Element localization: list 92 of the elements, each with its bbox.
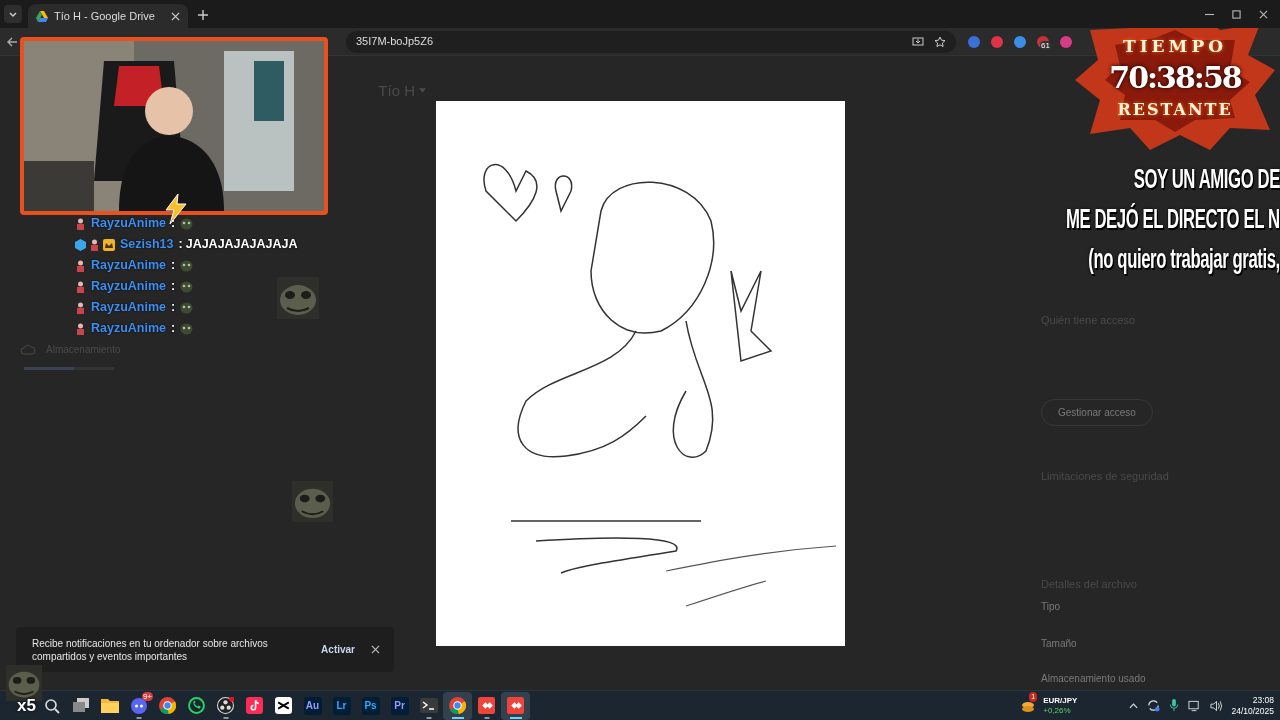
chat-separator: : <box>171 278 176 296</box>
chat-separator: : <box>171 299 176 317</box>
chat-separator: : <box>178 236 183 254</box>
figure-badge-icon <box>75 259 86 272</box>
record-icon <box>217 697 234 714</box>
chat-username: RayzuAnime <box>91 215 167 233</box>
taskbar-button[interactable] <box>443 691 472 720</box>
install-app-icon[interactable] <box>912 35 924 48</box>
frog-emote-icon <box>180 301 194 314</box>
chat-username: Sezish13 <box>120 236 174 254</box>
tab-title: Tío H - Google Drive <box>54 8 156 24</box>
microphone-icon[interactable] <box>1169 699 1180 712</box>
combo-count: x5 <box>17 695 36 717</box>
restore-icon[interactable] <box>1232 9 1241 19</box>
app-icon: Lr <box>332 696 351 715</box>
detail-label: Tamaño <box>1041 636 1077 651</box>
music-note-icon <box>246 697 263 714</box>
app-icon: Au <box>303 696 322 715</box>
sync-icon[interactable] <box>1147 699 1161 712</box>
figure-badge-icon <box>75 322 86 335</box>
chat-separator: : <box>171 215 176 233</box>
volume-icon[interactable] <box>1210 699 1224 712</box>
browser-tab[interactable]: Tío H - Google Drive <box>28 4 188 28</box>
drive-icon <box>36 10 48 22</box>
notification-badge: 9+ <box>141 691 153 701</box>
search-icon <box>43 697 60 714</box>
app-icon: Pr <box>390 696 409 715</box>
timer-label: TIEMPO <box>1123 35 1227 58</box>
figure-badge-icon <box>75 280 86 293</box>
cloud-icon <box>20 344 36 355</box>
close-icon[interactable] <box>1259 9 1268 19</box>
browser-icon <box>449 697 466 714</box>
extension-badge: 61 <box>1040 40 1051 50</box>
close-icon[interactable] <box>371 645 380 654</box>
windows-icon <box>72 698 89 713</box>
scissors-box-icon <box>275 697 292 714</box>
bookmark-star-icon[interactable] <box>934 35 946 48</box>
timer-label: RESTANTE <box>1117 98 1233 121</box>
diamond-arrows-icon <box>507 697 524 714</box>
chat-separator: : <box>171 320 176 338</box>
network-icon[interactable] <box>1188 699 1202 712</box>
chat-username: RayzuAnime <box>91 299 167 317</box>
overlay-caption: ME DEJÓ EL DIRECTO EL N <box>1066 202 1280 236</box>
figure-badge-icon <box>89 238 100 251</box>
extension-icon[interactable] <box>1014 35 1026 48</box>
detail-label: Almacenamiento usado <box>1041 671 1146 686</box>
terminal-icon <box>419 698 438 713</box>
taskbar-button[interactable] <box>501 691 530 720</box>
countdown-timer: 70:38:58 <box>1109 59 1241 96</box>
detail-label: Tipo <box>1041 599 1061 614</box>
chat-username: RayzuAnime <box>91 257 167 275</box>
activate-link[interactable]: Activar <box>321 642 355 657</box>
chat-message: JAJAJAJAJAJAJA <box>185 236 298 254</box>
close-icon[interactable] <box>171 11 180 21</box>
app-icon: Ps <box>361 696 380 715</box>
phone-bubble-icon <box>188 697 205 714</box>
browser-icon <box>159 697 176 714</box>
chevron-up-icon[interactable] <box>1129 702 1139 709</box>
figure-badge-icon <box>75 217 86 230</box>
overlay-caption: (no quiero trabajar gratis, <box>1088 243 1280 276</box>
extension-icon[interactable] <box>968 35 980 48</box>
widget-title: EUR/JPY <box>1043 695 1078 706</box>
extension-icon[interactable] <box>991 35 1003 48</box>
frog-emote-icon <box>180 322 194 335</box>
figure-badge-icon <box>75 301 86 314</box>
chat-username: RayzuAnime <box>91 320 167 338</box>
new-tab-icon[interactable] <box>198 10 208 20</box>
chat-separator: : <box>171 257 176 275</box>
tab-list-icon[interactable] <box>4 5 22 23</box>
frog-emote-icon <box>180 259 194 272</box>
folder-icon <box>100 698 119 713</box>
toast-message: Recibe notificaciones en tu ordenador sobre archivos compartidos y eventos importantes <box>32 636 269 663</box>
address-bar[interactable]: 35I7M-boJp5Z6 <box>346 30 956 53</box>
widget-change: +0,26% <box>1043 705 1072 716</box>
caret-icon <box>419 88 426 94</box>
coins-icon <box>1021 699 1036 714</box>
chat-username: RayzuAnime <box>91 278 167 296</box>
overlay-caption: SOY UN AMIGO DE <box>1133 163 1280 196</box>
diamond-arrows-icon <box>478 697 495 714</box>
back-icon[interactable] <box>6 35 18 48</box>
clock[interactable]: 23:08 24/10/2025 <box>1231 694 1274 717</box>
taskbar-button[interactable]: Pr <box>385 691 414 720</box>
taskbar-button[interactable]: Ps <box>356 691 385 720</box>
extension-icon[interactable] <box>1060 35 1072 48</box>
frog-emote-icon <box>180 217 194 230</box>
taskbar-button[interactable]: Lr <box>327 691 356 720</box>
crown-badge-icon <box>103 238 115 251</box>
cube-badge-icon <box>75 238 86 251</box>
extension-icon[interactable]: 61 <box>1037 35 1049 48</box>
taskbar-button[interactable]: Au <box>298 691 327 720</box>
frog-emote-icon <box>180 280 194 293</box>
taskbar-button[interactable]: 9+ <box>124 691 153 720</box>
